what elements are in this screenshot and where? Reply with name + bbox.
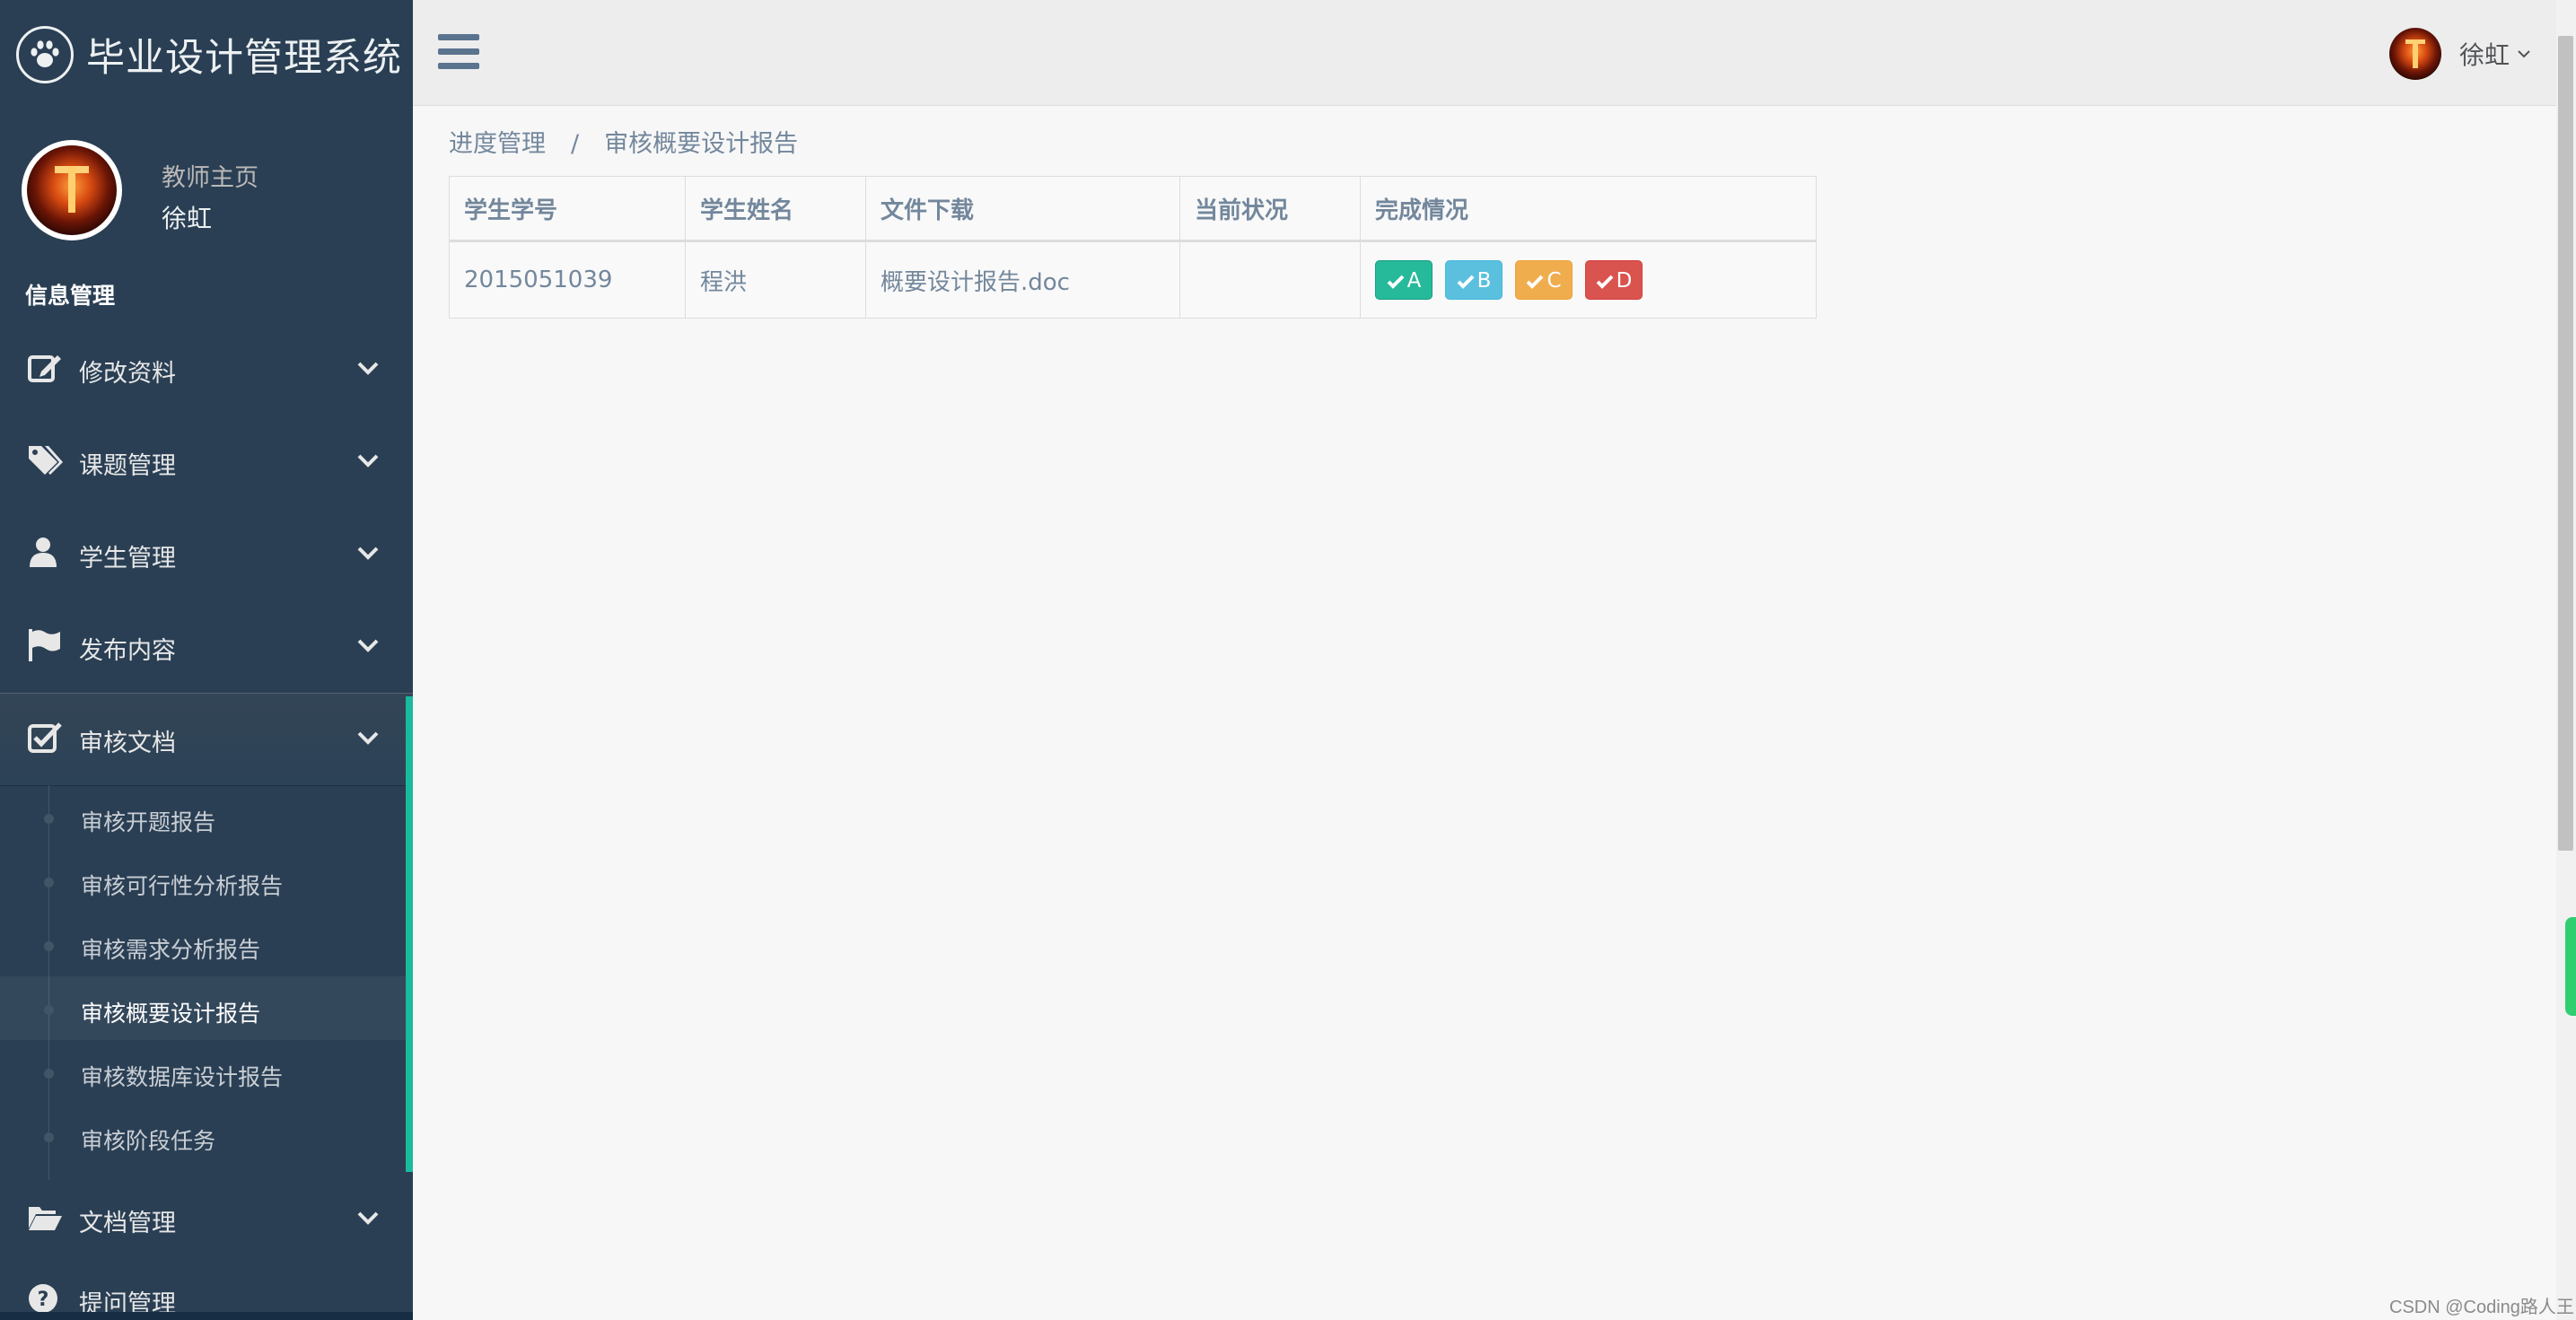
user-avatar <box>2389 28 2441 80</box>
sidebar-footer <box>0 1312 413 1320</box>
column-header-file-download: 文件下载 <box>865 176 1180 242</box>
chevron-down-icon <box>357 639 379 652</box>
svg-text:?: ? <box>38 1289 49 1311</box>
sidebar-item-students[interactable]: 学生管理 <box>0 508 413 600</box>
table-header-row: 学生学号 学生姓名 文件下载 当前状况 完成情况 <box>449 176 1817 242</box>
column-header-completion: 完成情况 <box>1360 176 1817 242</box>
submenu-item-stage-tasks[interactable]: 审核阶段任务 <box>0 1104 406 1167</box>
sidebar-item-topics[interactable]: 课题管理 <box>0 415 413 508</box>
submenu-item-database-design-report[interactable]: 审核数据库设计报告 <box>0 1040 406 1104</box>
tags-icon <box>29 446 63 475</box>
top-navbar: 徐虹 <box>413 0 2576 106</box>
chevron-down-icon <box>357 546 379 560</box>
page-scrollbar-thumb[interactable] <box>2558 36 2573 851</box>
cell-status <box>1179 240 1361 319</box>
sidebar-item-review-docs[interactable]: 审核文档 <box>0 693 413 785</box>
active-menu-indicator <box>406 696 413 1172</box>
app-title: 毕业设计管理系统 <box>86 36 402 81</box>
sidebar-menu: 修改资料 课题管理 学生管理 发布内容 审核文档 审核开题报告 审核可行性分析报… <box>0 323 413 1320</box>
check-icon <box>1457 275 1475 289</box>
submenu-item-feasibility-report[interactable]: 审核可行性分析报告 <box>0 849 406 913</box>
column-header-student-name: 学生姓名 <box>685 176 866 242</box>
chevron-down-icon <box>357 731 379 745</box>
sidebar: 毕业设计管理系统 教师主页 徐虹 信息管理 修改资料 课题管理 学生管理 发布内… <box>0 0 413 1320</box>
submenu-item-opening-report[interactable]: 审核开题报告 <box>0 785 406 849</box>
check-icon <box>1596 275 1614 289</box>
user-name: 徐虹 <box>2459 40 2510 70</box>
profile-avatar <box>22 140 122 240</box>
sidebar-item-publish[interactable]: 发布内容 <box>0 600 413 693</box>
chevron-down-icon <box>357 454 379 468</box>
breadcrumb-separator: / <box>571 130 580 158</box>
breadcrumb-current: 审核概要设计报告 <box>604 130 799 158</box>
sidebar-section-title: 信息管理 <box>25 283 116 309</box>
report-review-table: 学生学号 学生姓名 文件下载 当前状况 完成情况 2015051039 程洪 概… <box>449 176 1817 319</box>
cell-student-name: 程洪 <box>685 240 866 319</box>
sidebar-item-edit-profile[interactable]: 修改资料 <box>0 323 413 415</box>
chevron-down-icon <box>357 1211 379 1225</box>
profile-welcome: 教师主页 <box>162 164 258 192</box>
column-header-student-id: 学生学号 <box>449 176 686 242</box>
grade-c-button[interactable]: C <box>1515 260 1573 300</box>
user-dropdown[interactable]: 徐虹 <box>2389 27 2531 81</box>
submenu-item-requirements-report[interactable]: 审核需求分析报告 <box>0 913 406 976</box>
paw-icon <box>16 26 74 83</box>
edit-icon <box>28 355 61 382</box>
sidebar-item-label: 发布内容 <box>79 637 176 665</box>
profile-name: 徐虹 <box>162 204 213 233</box>
breadcrumb-parent[interactable]: 进度管理 <box>449 130 546 158</box>
column-header-status: 当前状况 <box>1179 176 1361 242</box>
brand[interactable]: 毕业设计管理系统 <box>16 23 402 86</box>
chevron-down-icon <box>2518 50 2530 58</box>
watermark: CSDN @Coding路人王 <box>2389 1298 2574 1317</box>
submenu-item-outline-design-report[interactable]: 审核概要设计报告 <box>0 976 406 1040</box>
grade-d-button[interactable]: D <box>1585 260 1643 300</box>
review-docs-submenu: 审核开题报告 审核可行性分析报告 审核需求分析报告 审核概要设计报告 审核数据库… <box>0 785 413 1180</box>
question-icon: ? <box>29 1284 57 1313</box>
sidebar-item-doc-management[interactable]: 文档管理 <box>0 1180 413 1261</box>
sidebar-item-label: 文档管理 <box>79 1210 176 1237</box>
grade-b-button[interactable]: B <box>1445 260 1503 300</box>
sidebar-item-label: 学生管理 <box>79 545 176 573</box>
check-square-icon <box>28 722 62 753</box>
folder-open-icon <box>29 1207 62 1230</box>
sidebar-item-label: 课题管理 <box>79 452 176 480</box>
grade-a-button[interactable]: A <box>1375 260 1433 300</box>
cell-grade-buttons: ABCD <box>1360 240 1817 319</box>
cell-student-id: 2015051039 <box>449 240 686 319</box>
check-icon <box>1387 275 1405 289</box>
flag-icon <box>29 629 60 661</box>
table-row: 2015051039 程洪 概要设计报告.doc ABCD <box>449 240 1817 319</box>
menu-toggle-icon[interactable] <box>438 34 479 70</box>
sidebar-item-label: 审核文档 <box>79 730 176 757</box>
user-icon <box>30 538 57 567</box>
floating-side-tab[interactable] <box>2565 917 2576 1016</box>
chevron-down-icon <box>357 362 379 375</box>
check-icon <box>1527 275 1544 289</box>
breadcrumb: 进度管理 / 审核概要设计报告 <box>449 124 798 159</box>
sidebar-item-label: 修改资料 <box>79 360 176 388</box>
cell-file-link[interactable]: 概要设计报告.doc <box>865 240 1180 319</box>
